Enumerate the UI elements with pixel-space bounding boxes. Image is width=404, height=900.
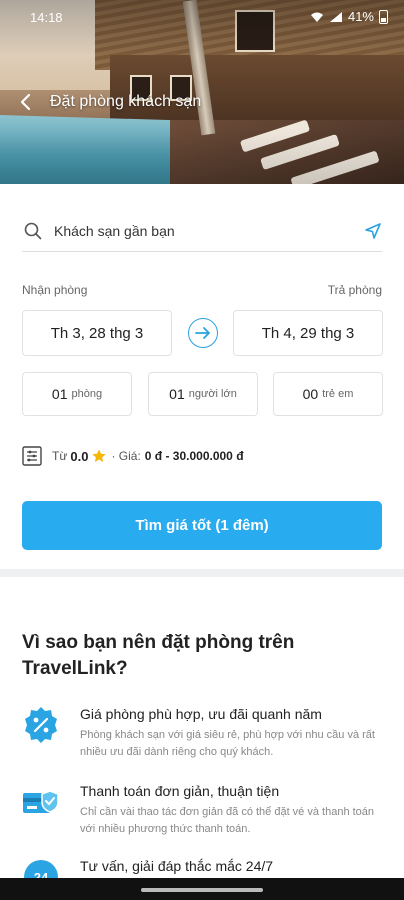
checkin-date-value: Th 3, 28 thg 3 (50, 324, 144, 342)
signal-icon (329, 11, 342, 22)
date-arrow-button[interactable] (188, 318, 218, 348)
status-icons: 41% (310, 9, 388, 24)
section-divider (0, 569, 404, 577)
home-gesture-handle[interactable] (141, 888, 263, 892)
search-icon (24, 222, 42, 239)
feature-item: Giá phòng phù hợp, ưu đãi quanh năm Phòn… (22, 706, 382, 761)
why-section-title: Vì sao bạn nên đặt phòng trên TravelLink… (22, 632, 295, 679)
checkout-date-value: Th 4, 29 thg 3 (261, 324, 355, 342)
rooms-selector[interactable]: 01 phòng (22, 372, 132, 416)
search-text: Khách sạn gần bạn (54, 222, 175, 239)
checkout-date-button[interactable]: Th 4, 29 thg 3 (233, 310, 383, 356)
filter-price-label: · Giá: (111, 449, 141, 463)
feature-title: Giá phòng phù hợp, ưu đãi quanh năm (80, 706, 322, 722)
children-selector[interactable]: 00 trẻ em (273, 372, 383, 416)
checkin-label: Nhận phòng (22, 283, 88, 297)
adults-count: 01 (169, 386, 185, 402)
location-search-field[interactable]: Khách sạn gần bạn (22, 210, 382, 252)
secure-card-icon (23, 790, 59, 813)
system-nav-bar (0, 878, 404, 900)
feature-description: Chỉ cần vài thao tác đơn giản đã có thể … (80, 806, 375, 835)
status-time: 14:18 (30, 10, 63, 25)
filter-icon (22, 446, 42, 466)
discount-badge-icon (25, 707, 57, 743)
app-bar: Đặt phòng khách sạn (16, 92, 201, 112)
page-title: Đặt phòng khách sạn (50, 93, 202, 110)
filter-from-label: Từ (52, 449, 68, 463)
feature-item: Thanh toán đơn giản, thuận tiện Chỉ cần … (22, 783, 382, 838)
filter-row[interactable]: Từ 0.0 · Giá: 0 đ - 30.000.000 đ (22, 446, 244, 466)
feature-title: Thanh toán đơn giản, thuận tiện (80, 783, 280, 799)
checkin-date-button[interactable]: Th 3, 28 thg 3 (22, 310, 172, 356)
status-bar: 14:18 41% (0, 0, 404, 34)
star-icon (92, 449, 107, 462)
rooms-unit: phòng (71, 388, 103, 400)
children-unit: trẻ em (322, 388, 354, 400)
filter-rating: 0.0 (70, 448, 89, 464)
feature-title: Tư vấn, giải đáp thắc mắc 24/7 (80, 858, 274, 874)
adults-unit: người lớn (188, 388, 237, 400)
current-location-icon[interactable] (364, 222, 382, 240)
battery-icon (379, 9, 388, 24)
rooms-count: 01 (51, 386, 68, 402)
wifi-icon (310, 12, 323, 22)
feature-description: Phòng khách sạn với giá siêu rẻ, phù hợp… (80, 729, 375, 758)
adults-selector[interactable]: 01 người lớn (148, 372, 258, 416)
arrow-right-icon (195, 327, 210, 339)
find-best-price-button[interactable]: Tìm giá tốt (1 đêm) (22, 501, 382, 550)
battery-percent: 41% (347, 9, 374, 24)
checkout-label: Trả phòng (327, 283, 382, 297)
back-arrow-icon[interactable] (16, 92, 36, 112)
children-count: 00 (302, 386, 319, 402)
filter-price-range: 0 đ - 30.000.000 đ (144, 449, 244, 463)
